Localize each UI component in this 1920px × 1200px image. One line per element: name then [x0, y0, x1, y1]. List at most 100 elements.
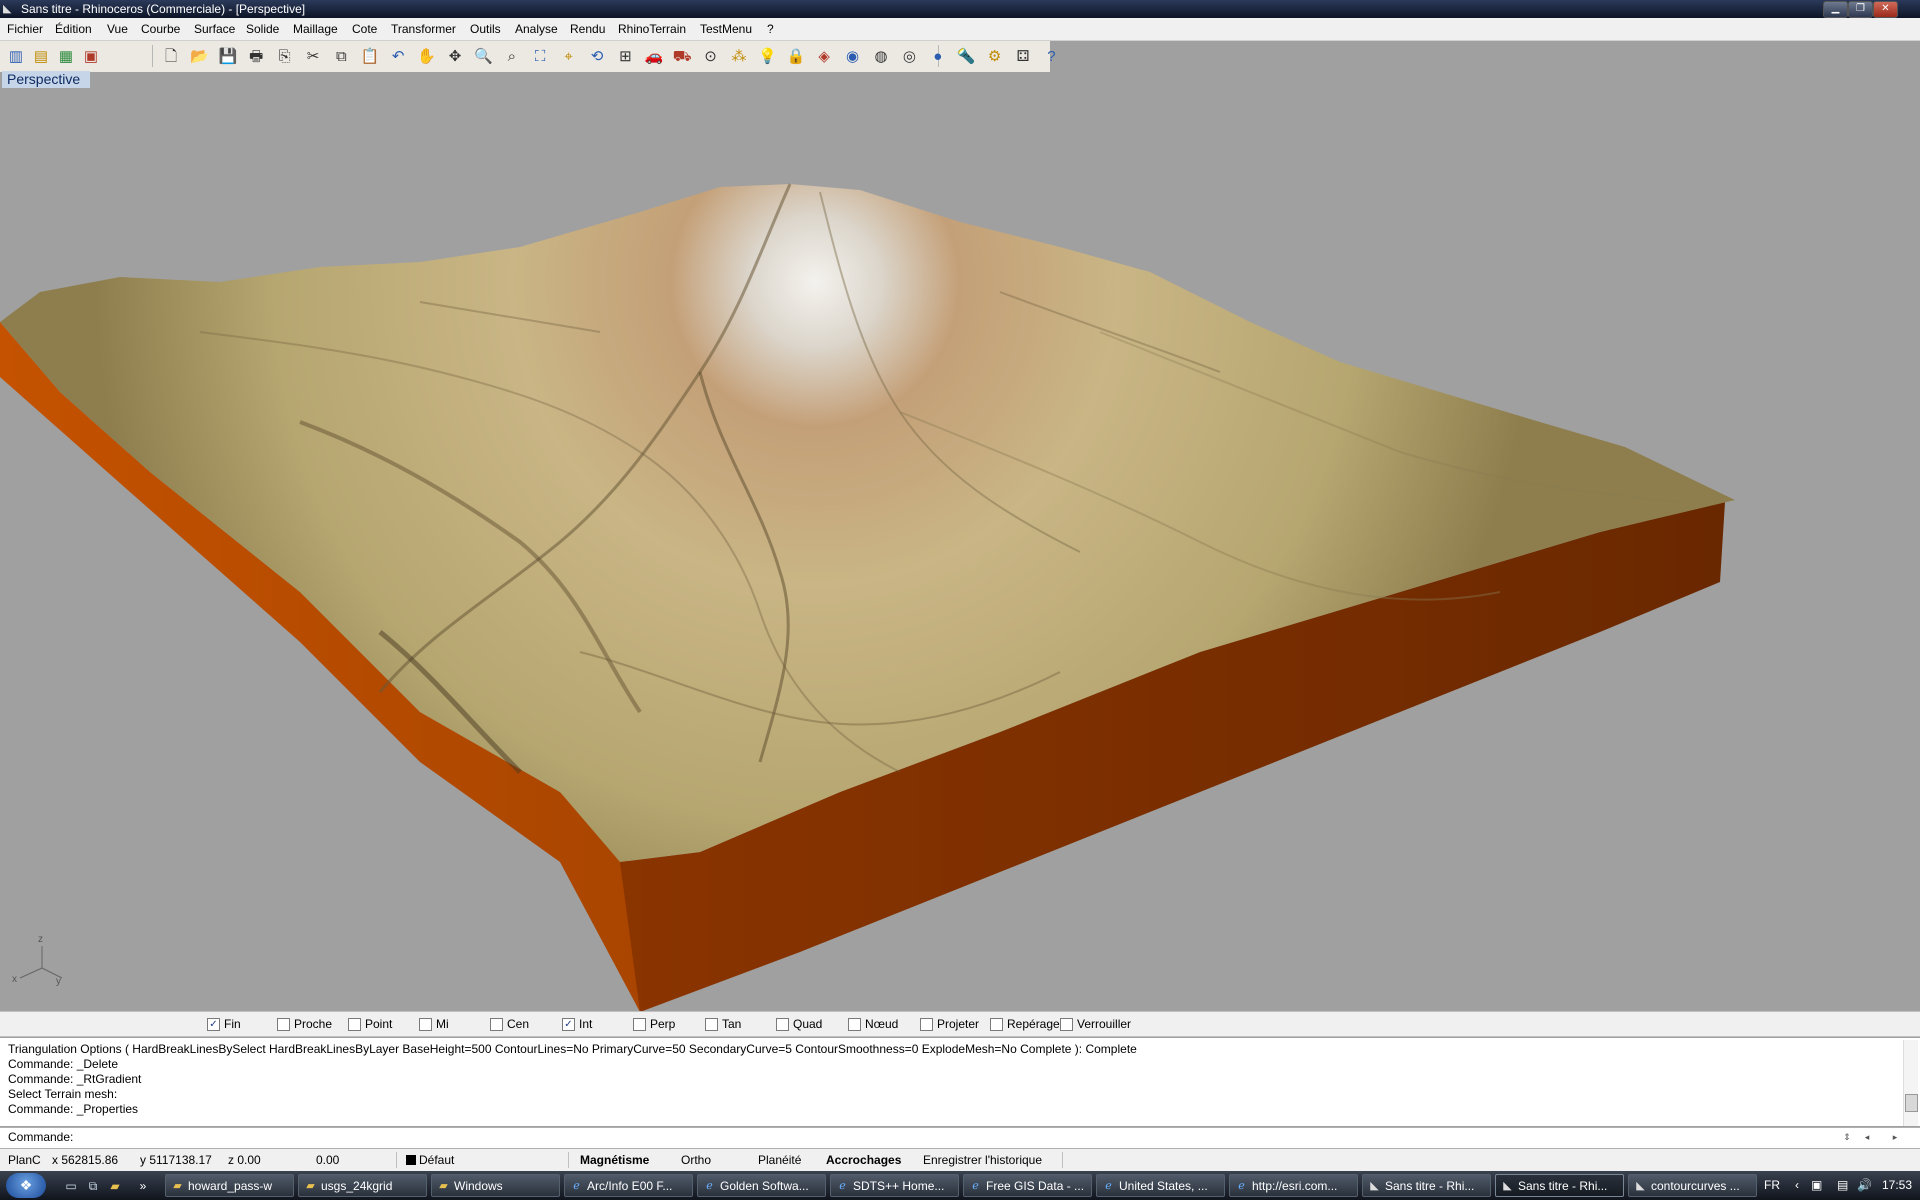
osnap-checkbox[interactable]: ✓	[562, 1018, 575, 1031]
osnap-checkbox[interactable]	[920, 1018, 933, 1031]
menu-solide[interactable]: Solide	[246, 18, 279, 40]
terrain-jpg-icon[interactable]: ▣	[80, 46, 102, 68]
cut-icon[interactable]: ✂	[302, 46, 324, 68]
terrain-model[interactable]	[0, 72, 1920, 1011]
osnap-checkbox[interactable]	[348, 1018, 361, 1031]
menu-testmenu[interactable]: TestMenu	[700, 18, 752, 40]
undo-icon[interactable]: ↶	[387, 46, 409, 68]
menu-cote[interactable]: Cote	[352, 18, 377, 40]
toggle-accrochages[interactable]: Accrochages	[826, 1149, 901, 1171]
menu-rhinoterrain[interactable]: RhinoTerrain	[618, 18, 686, 40]
osnap-checkbox[interactable]	[848, 1018, 861, 1031]
help-icon[interactable]: ?	[1040, 46, 1062, 68]
status-cplane[interactable]: PlanC	[8, 1149, 41, 1171]
tray-app-icon[interactable]: ▤	[1837, 1171, 1848, 1200]
menu-maillage[interactable]: Maillage	[293, 18, 338, 40]
menu-courbe[interactable]: Courbe	[141, 18, 180, 40]
menu-surface[interactable]: Surface	[194, 18, 235, 40]
restore-button[interactable]: ❐	[1848, 1, 1873, 18]
taskbar-button[interactable]: ▰ howard_pass-w	[165, 1174, 294, 1197]
light-bulb-icon[interactable]: 💡	[756, 46, 778, 68]
menu-rendu[interactable]: Rendu	[570, 18, 605, 40]
select-icon[interactable]: ⊙	[700, 46, 722, 68]
clock[interactable]: 17:53	[1882, 1171, 1912, 1200]
terrain-grid-icon[interactable]: ▦	[55, 46, 77, 68]
taskbar-button[interactable]: ▰ usgs_24kgrid	[298, 1174, 427, 1197]
shaded-sphere-icon[interactable]: ◎	[898, 46, 920, 68]
taskbar-button[interactable]: ◣ Sans titre - Rhi...	[1362, 1174, 1491, 1197]
command-left-arrow-icon[interactable]: ◂	[1860, 1130, 1874, 1145]
command-spin-icon[interactable]: ⇕	[1840, 1130, 1854, 1145]
new-file-icon[interactable]: 🗋	[160, 46, 182, 68]
toggle-ortho[interactable]: Ortho	[681, 1149, 711, 1171]
menu-transformer[interactable]: Transformer	[391, 18, 456, 40]
language-indicator[interactable]: FR	[1764, 1171, 1780, 1200]
print-icon[interactable]: 🖶	[245, 46, 267, 68]
color-wheel-icon[interactable]: ◉	[842, 46, 864, 68]
volume-icon[interactable]: 🔊	[1857, 1171, 1872, 1200]
taskbar-button[interactable]: ◣ contourcurves ...	[1628, 1174, 1757, 1197]
osnap-checkbox[interactable]	[633, 1018, 646, 1031]
osnap-checkbox[interactable]	[990, 1018, 1003, 1031]
car-wireframe-icon[interactable]: ⛟	[671, 46, 693, 68]
options-gear-icon[interactable]: ⚙	[984, 46, 1006, 68]
close-button[interactable]: ✕	[1873, 1, 1898, 18]
command-input[interactable]	[80, 1130, 1834, 1147]
menu-analyse[interactable]: Analyse	[515, 18, 558, 40]
network-icon[interactable]: ▣	[1811, 1171, 1822, 1200]
quicklaunch-overflow[interactable]: »	[136, 1179, 150, 1193]
taskbar-button[interactable]: ℯ Free GIS Data - ...	[963, 1174, 1092, 1197]
tray-expand-icon[interactable]: ‹	[1795, 1171, 1799, 1200]
taskbar-button[interactable]: ℯ SDTS++ Home...	[830, 1174, 959, 1197]
osnap-checkbox[interactable]: ✓	[207, 1018, 220, 1031]
status-layer[interactable]: Défaut	[419, 1149, 454, 1171]
toggle-history[interactable]: Enregistrer l'historique	[923, 1149, 1042, 1171]
export-icon[interactable]: ⎘	[274, 46, 296, 68]
osnap-checkbox[interactable]	[490, 1018, 503, 1031]
car-render-icon[interactable]: 🚗	[643, 46, 665, 68]
terrain-gradient-icon[interactable]: ▤	[30, 46, 52, 68]
history-scrollbar-thumb[interactable]	[1905, 1094, 1918, 1112]
rotate-view-icon[interactable]: ⟲	[586, 46, 608, 68]
rhino-app-icon[interactable]: ◣	[3, 3, 17, 15]
pan-hand-icon[interactable]: ✋	[416, 46, 438, 68]
zoom-window-icon[interactable]: ⌕	[501, 46, 523, 68]
render-sphere-icon[interactable]: ●	[927, 46, 949, 68]
folder-icon[interactable]: ▰	[108, 1179, 122, 1193]
four-viewports-icon[interactable]: ⊞	[614, 46, 636, 68]
start-button[interactable]: ❖	[6, 1173, 46, 1198]
osnap-checkbox[interactable]	[419, 1018, 432, 1031]
history-scrollbar[interactable]	[1903, 1040, 1918, 1126]
zoom-icon[interactable]: 🔍	[472, 46, 494, 68]
lock-icon[interactable]: 🔒	[785, 46, 807, 68]
taskbar-button[interactable]: ℯ United States, ...	[1096, 1174, 1225, 1197]
open-folder-icon[interactable]: 📂	[188, 46, 210, 68]
menu-help[interactable]: ?	[767, 18, 774, 40]
terrain-chart-icon[interactable]: ▥	[5, 46, 27, 68]
properties-icon[interactable]: ⚃	[1012, 46, 1034, 68]
osnap-checkbox[interactable]	[1060, 1018, 1073, 1031]
command-right-arrow-icon[interactable]: ▸	[1888, 1130, 1902, 1145]
taskbar-button[interactable]: ▰ Windows	[431, 1174, 560, 1197]
zoom-selected-icon[interactable]: ⌖	[558, 46, 580, 68]
osnap-checkbox[interactable]	[277, 1018, 290, 1031]
save-icon[interactable]: 💾	[217, 46, 239, 68]
menu-vue[interactable]: Vue	[107, 18, 128, 40]
osnap-checkbox[interactable]	[705, 1018, 718, 1031]
window-switch-icon[interactable]: ⧉	[86, 1179, 100, 1193]
toggle-planeite[interactable]: Planéité	[758, 1149, 801, 1171]
menu-edition[interactable]: Édition	[55, 18, 92, 40]
taskbar-button[interactable]: ◣ Sans titre - Rhi...	[1495, 1174, 1624, 1197]
toggle-magnetisme[interactable]: Magnétisme	[580, 1149, 649, 1171]
flashlight-icon[interactable]: 🔦	[955, 46, 977, 68]
copy-icon[interactable]: ⧉	[330, 46, 352, 68]
minimize-button[interactable]: ▁	[1823, 1, 1848, 18]
zoom-extents-icon[interactable]: ⛶	[529, 46, 551, 68]
snap-points-icon[interactable]: ⁂	[728, 46, 750, 68]
paste-icon[interactable]: 📋	[359, 46, 381, 68]
menu-fichier[interactable]: Fichier	[7, 18, 43, 40]
osnap-checkbox[interactable]	[776, 1018, 789, 1031]
taskbar-button[interactable]: ℯ Golden Softwa...	[697, 1174, 826, 1197]
taskbar-button[interactable]: ℯ Arc/Info E00 F...	[564, 1174, 693, 1197]
layer-color-swatch[interactable]	[406, 1155, 416, 1165]
